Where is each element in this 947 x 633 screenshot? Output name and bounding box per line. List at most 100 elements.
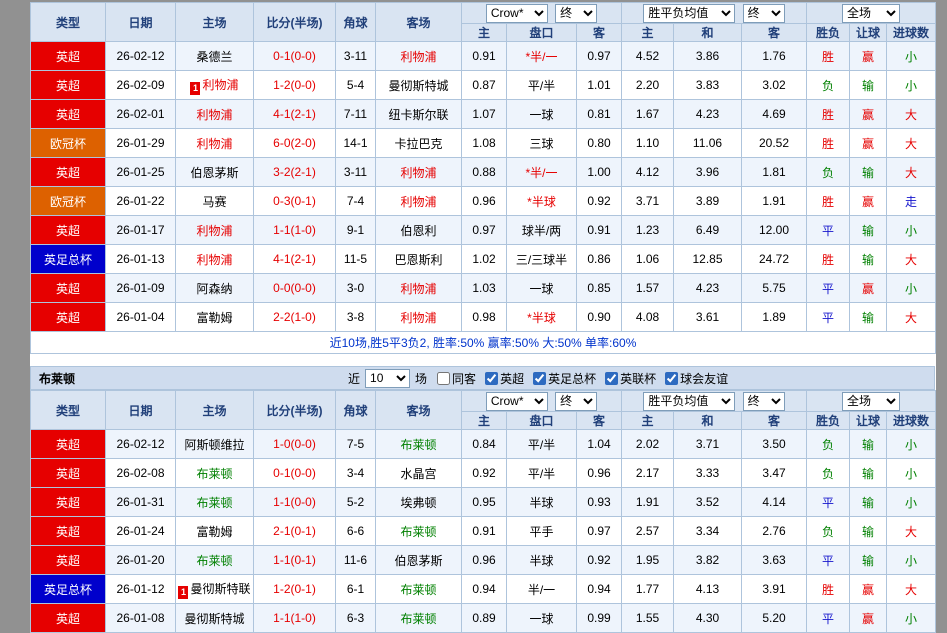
team-name: 布莱顿 (400, 583, 436, 597)
result-flag: 胜 (807, 575, 850, 604)
away-team: 布莱顿 (376, 575, 462, 604)
filter-label: 英联杯 (620, 370, 656, 387)
goals-flag: 小 (887, 42, 936, 71)
avg-away-odds: 3.50 (742, 430, 807, 459)
match-score[interactable]: 1-2(0-1) (254, 575, 336, 604)
avg-home-odds: 1.77 (622, 575, 674, 604)
col-away: 客场 (376, 3, 462, 42)
league-badge: 欧冠杯 (31, 129, 106, 158)
handicap-result-flag: 输 (850, 245, 887, 274)
team-name: 布莱顿 (196, 496, 232, 510)
match-score[interactable]: 1-1(0-1) (254, 546, 336, 575)
scope-select[interactable]: 全场 (842, 4, 900, 23)
match-score[interactable]: 4-1(2-1) (254, 245, 336, 274)
avg-stage-select[interactable]: 终 (743, 392, 785, 411)
avg-odds-select[interactable]: 胜平负均值 (643, 4, 735, 23)
avg-draw-odds: 3.71 (674, 430, 742, 459)
team2-name: 布莱顿 (31, 370, 75, 387)
match-date: 26-01-12 (106, 575, 176, 604)
match-row: 英超26-02-12阿斯顿维拉1-0(0-0)7-5布莱顿0.84平/半1.04… (31, 430, 936, 459)
match-score[interactable]: 1-1(1-0) (254, 216, 336, 245)
team-name: 利物浦 (196, 137, 232, 151)
result-flag: 负 (807, 158, 850, 187)
col-score: 比分(半场) (254, 391, 336, 430)
match-score[interactable]: 1-0(0-0) (254, 430, 336, 459)
league-badge: 英超 (31, 430, 106, 459)
club-friendly-checkbox[interactable] (665, 372, 678, 385)
col-let-ball: 让球 (850, 24, 887, 42)
avg-draw-odds: 3.52 (674, 488, 742, 517)
handicap-result-flag: 输 (850, 430, 887, 459)
result-flag: 平 (807, 488, 850, 517)
league-badge: 英足总杯 (31, 575, 106, 604)
home-odds: 1.03 (462, 274, 507, 303)
match-score[interactable]: 0-3(0-1) (254, 187, 336, 216)
match-score[interactable]: 3-2(2-1) (254, 158, 336, 187)
match-score[interactable]: 1-2(0-0) (254, 71, 336, 100)
result-flag: 负 (807, 430, 850, 459)
goals-flag: 大 (887, 517, 936, 546)
avg-away-odds: 1.91 (742, 187, 807, 216)
match-date: 26-02-09 (106, 71, 176, 100)
odds-stage-select[interactable]: 终 (555, 392, 597, 411)
team-name: 曼彻斯特联 (190, 582, 250, 596)
filter-club-friendly[interactable]: 球会友谊 (658, 370, 728, 387)
filter-efl-cup[interactable]: 英联杯 (598, 370, 656, 387)
avg-away-odds: 12.00 (742, 216, 807, 245)
match-score[interactable]: 2-2(1-0) (254, 303, 336, 332)
filter-fa-cup[interactable]: 英足总杯 (526, 370, 596, 387)
corner-count: 14-1 (336, 129, 376, 158)
scope-select[interactable]: 全场 (842, 392, 900, 411)
handicap-line: *半/一 (507, 42, 577, 71)
avg-away-odds: 3.63 (742, 546, 807, 575)
goals-flag: 大 (887, 575, 936, 604)
team-name: 布莱顿 (196, 554, 232, 568)
away-team: 利物浦 (376, 158, 462, 187)
home-odds: 0.98 (462, 303, 507, 332)
bookmaker-select[interactable]: Crow* (486, 4, 548, 23)
red-card-icon: 1 (190, 82, 200, 95)
epl-checkbox[interactable] (485, 372, 498, 385)
same-venue-checkbox[interactable] (437, 372, 450, 385)
filter-epl[interactable]: 英超 (478, 370, 524, 387)
home-odds: 0.95 (462, 488, 507, 517)
match-count-select[interactable]: 10 (365, 369, 410, 388)
result-flag: 负 (807, 459, 850, 488)
result-flag: 平 (807, 546, 850, 575)
match-date: 26-01-29 (106, 129, 176, 158)
match-score[interactable]: 2-1(0-1) (254, 517, 336, 546)
handicap-result-flag: 赢 (850, 274, 887, 303)
avg-draw-odds: 6.49 (674, 216, 742, 245)
home-odds: 0.87 (462, 71, 507, 100)
league-badge: 英超 (31, 546, 106, 575)
avg-odds-select[interactable]: 胜平负均值 (643, 392, 735, 411)
filter-label: 英超 (500, 370, 524, 387)
avg-home-odds: 1.57 (622, 274, 674, 303)
handicap-line: 半球 (507, 546, 577, 575)
match-score[interactable]: 6-0(2-0) (254, 129, 336, 158)
match-score[interactable]: 0-0(0-0) (254, 274, 336, 303)
avg-stage-select[interactable]: 终 (743, 4, 785, 23)
match-score[interactable]: 0-1(0-0) (254, 42, 336, 71)
match-score[interactable]: 0-1(0-0) (254, 459, 336, 488)
handicap-line: 平手 (507, 517, 577, 546)
bookmaker-select[interactable]: Crow* (486, 392, 548, 411)
odds-stage-select[interactable]: 终 (555, 4, 597, 23)
avg-draw-odds: 4.30 (674, 604, 742, 633)
t1-header-row: 类型 日期 主场 比分(半场) 角球 客场 Crow* 终 胜平负均值 终 全场 (31, 3, 936, 24)
team-name: 曼彻斯特城 (184, 612, 244, 626)
handicap-line: 平/半 (507, 459, 577, 488)
match-score[interactable]: 4-1(2-1) (254, 100, 336, 129)
match-score[interactable]: 1-1(0-0) (254, 488, 336, 517)
matches-label: 场 (415, 370, 427, 387)
team-name: 利物浦 (400, 282, 436, 296)
efl-cup-checkbox[interactable] (605, 372, 618, 385)
filter-same-venue[interactable]: 同客 (430, 370, 476, 387)
fa-cup-checkbox[interactable] (533, 372, 546, 385)
handicap-line: 平/半 (507, 71, 577, 100)
avg-home-odds: 1.91 (622, 488, 674, 517)
match-score[interactable]: 1-1(1-0) (254, 604, 336, 633)
handicap-line: 一球 (507, 100, 577, 129)
away-team: 伯恩茅斯 (376, 546, 462, 575)
away-odds: 0.94 (577, 575, 622, 604)
